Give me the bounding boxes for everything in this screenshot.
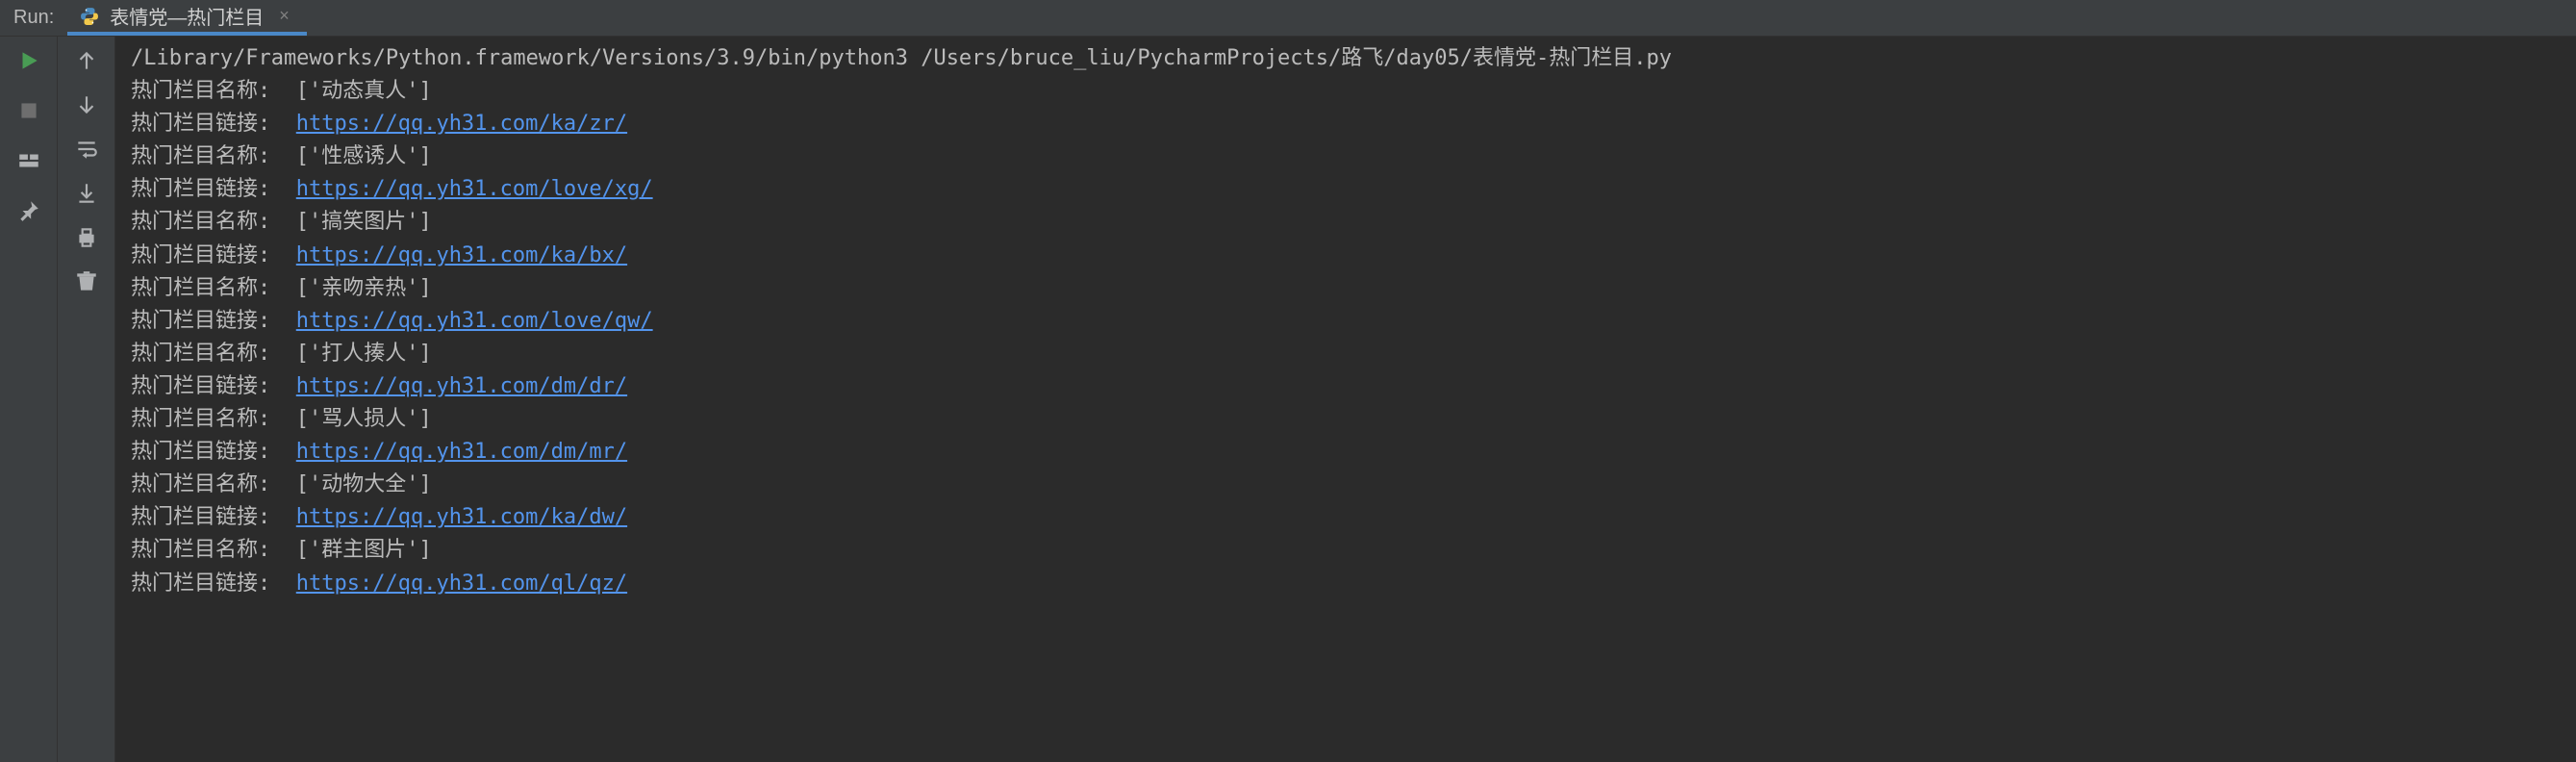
print-icon[interactable] xyxy=(74,225,99,250)
output-link[interactable]: https://qq.yh31.com/love/qw/ xyxy=(296,309,653,333)
stop-icon[interactable] xyxy=(16,98,41,123)
output-link-line: 热门栏目链接: https://qq.yh31.com/love/qw/ xyxy=(131,305,2561,338)
pin-icon[interactable] xyxy=(16,198,41,223)
output-link-line: 热门栏目链接: https://qq.yh31.com/ka/zr/ xyxy=(131,108,2561,140)
output-link[interactable]: https://qq.yh31.com/ka/bx/ xyxy=(296,243,627,267)
output-link[interactable]: https://qq.yh31.com/ka/zr/ xyxy=(296,112,627,136)
output-name-line: 热门栏目名称: ['动物大全'] xyxy=(131,469,2561,501)
trash-icon[interactable] xyxy=(74,269,99,294)
output-name-line: 热门栏目名称: ['性感诱人'] xyxy=(131,140,2561,173)
close-tab-button[interactable]: × xyxy=(273,6,295,26)
output-link-line: 热门栏目链接: https://qq.yh31.com/ka/bx/ xyxy=(131,240,2561,272)
run-label: Run: xyxy=(0,7,67,29)
run-left-toolbar xyxy=(0,37,58,762)
scroll-to-end-icon[interactable] xyxy=(74,181,99,206)
run-header: Run: 表情党—热门栏目 × xyxy=(0,0,2576,37)
output-link[interactable]: https://qq.yh31.com/love/xg/ xyxy=(296,177,653,201)
output-link-line: 热门栏目链接: https://qq.yh31.com/ka/dw/ xyxy=(131,501,2561,534)
python-icon xyxy=(79,6,100,27)
output-link-line: 热门栏目链接: https://qq.yh31.com/ql/qz/ xyxy=(131,568,2561,600)
run-tab[interactable]: 表情党—热门栏目 × xyxy=(67,0,307,36)
rerun-icon[interactable] xyxy=(16,48,41,73)
output-name-line: 热门栏目名称: ['骂人损人'] xyxy=(131,403,2561,436)
down-icon[interactable] xyxy=(74,92,99,117)
output-name-line: 热门栏目名称: ['动态真人'] xyxy=(131,75,2561,108)
output-name-line: 热门栏目名称: ['打人揍人'] xyxy=(131,338,2561,370)
run-console-toolbar xyxy=(58,37,115,762)
output-link[interactable]: https://qq.yh31.com/dm/mr/ xyxy=(296,440,627,464)
output-name-line: 热门栏目名称: ['亲吻亲热'] xyxy=(131,272,2561,305)
output-link[interactable]: https://qq.yh31.com/ql/qz/ xyxy=(296,572,627,596)
layout-icon[interactable] xyxy=(16,148,41,173)
output-name-line: 热门栏目名称: ['搞笑图片'] xyxy=(131,206,2561,239)
output-name-line: 热门栏目名称: ['群主图片'] xyxy=(131,534,2561,567)
output-link[interactable]: https://qq.yh31.com/ka/dw/ xyxy=(296,505,627,529)
console-output[interactable]: /Library/Frameworks/Python.framework/Ver… xyxy=(115,37,2576,762)
output-link-line: 热门栏目链接: https://qq.yh31.com/love/xg/ xyxy=(131,173,2561,206)
output-link[interactable]: https://qq.yh31.com/dm/dr/ xyxy=(296,374,627,398)
output-link-line: 热门栏目链接: https://qq.yh31.com/dm/dr/ xyxy=(131,370,2561,403)
soft-wrap-icon[interactable] xyxy=(74,137,99,162)
up-icon[interactable] xyxy=(74,48,99,73)
run-tab-title: 表情党—热门栏目 xyxy=(110,2,264,30)
command-line: /Library/Frameworks/Python.framework/Ver… xyxy=(131,42,2561,75)
output-link-line: 热门栏目链接: https://qq.yh31.com/dm/mr/ xyxy=(131,436,2561,469)
